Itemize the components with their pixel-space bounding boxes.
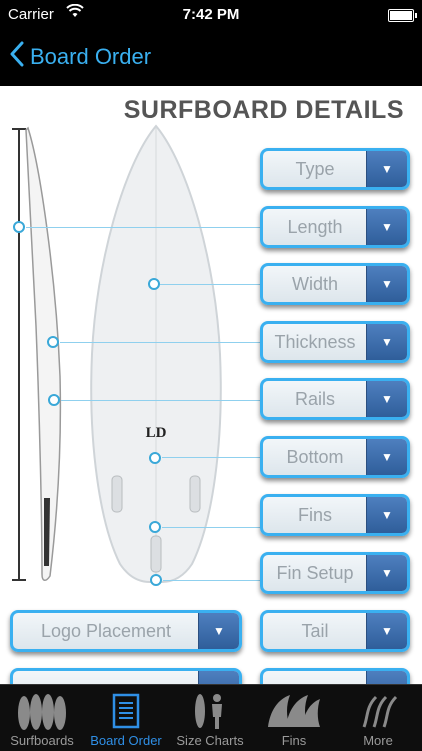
- next-dropdown-right[interactable]: ▼: [260, 668, 410, 684]
- tab-label: Size Charts: [176, 733, 244, 748]
- board-top-view: [90, 124, 222, 583]
- logo-placement-dropdown-label: Logo Placement: [40, 620, 172, 641]
- chevron-down-icon[interactable]: ▼: [366, 381, 407, 417]
- length-leader-line: [26, 227, 262, 228]
- tab-label: Fins: [281, 733, 307, 748]
- fins-hotspot[interactable]: [149, 521, 161, 533]
- chevron-down-icon[interactable]: ▼: [366, 439, 407, 475]
- chevron-down-icon[interactable]: ▼: [366, 151, 407, 187]
- main-content: SURFBOARD DETAILS LD Type ▼ Length ▼ Wid…: [0, 86, 422, 684]
- page-title: SURFBOARD DETAILS: [123, 96, 404, 124]
- board-order-icon: [84, 691, 168, 731]
- length-hotspot[interactable]: [13, 221, 25, 233]
- bottom-hotspot[interactable]: [149, 452, 161, 464]
- rails-dropdown[interactable]: Rails ▼: [260, 378, 410, 420]
- chevron-down-icon[interactable]: ▼: [366, 555, 407, 591]
- type-dropdown[interactable]: Type ▼: [260, 148, 410, 190]
- tab-more[interactable]: More: [336, 685, 420, 751]
- type-dropdown-label: Type: [295, 158, 335, 179]
- width-dropdown[interactable]: Width ▼: [260, 263, 410, 305]
- chevron-down-icon[interactable]: ▼: [366, 613, 407, 649]
- chevron-down-icon[interactable]: ▼: [366, 671, 407, 684]
- rails-leader-line: [61, 400, 262, 401]
- length-dropdown[interactable]: Length ▼: [260, 206, 410, 248]
- more-icon: [336, 691, 420, 731]
- logo-placement-dropdown[interactable]: Logo Placement ▼: [10, 610, 242, 652]
- width-dropdown-label: Width: [291, 273, 338, 294]
- chevron-down-icon[interactable]: ▼: [198, 671, 239, 684]
- battery-icon: [388, 9, 417, 22]
- fins-dropdown[interactable]: Fins ▼: [260, 494, 410, 536]
- surfboards-icon: [0, 691, 84, 731]
- fin-setup-dropdown-label: Fin Setup: [276, 562, 354, 583]
- tab-surfboards[interactable]: Surfboards: [0, 685, 84, 751]
- chevron-down-icon[interactable]: ▼: [366, 209, 407, 245]
- status-bar: Carrier 7:42 PM: [0, 0, 422, 30]
- rails-dropdown-label: Rails: [294, 388, 335, 409]
- tab-fins[interactable]: Fins: [252, 685, 336, 751]
- status-time: 7:42 PM: [182, 6, 240, 23]
- size-charts-icon: [168, 691, 252, 731]
- width-hotspot[interactable]: [148, 278, 160, 290]
- back-button[interactable]: Board Order: [10, 40, 151, 74]
- tab-label: Surfboards: [10, 733, 74, 748]
- navigation-bar: Board Order: [0, 30, 422, 86]
- chevron-down-icon[interactable]: ▼: [198, 613, 239, 649]
- tab-board-order[interactable]: Board Order: [84, 685, 168, 751]
- fins-dropdown-label: Fins: [297, 504, 332, 525]
- board-logo: LD: [145, 424, 167, 441]
- thickness-dropdown-label: Thickness: [274, 331, 356, 352]
- chevron-down-icon[interactable]: ▼: [366, 324, 407, 360]
- thickness-dropdown[interactable]: Thickness ▼: [260, 321, 410, 363]
- tab-label: More: [363, 733, 393, 748]
- next-dropdown-left[interactable]: ▼: [10, 668, 242, 684]
- bottom-leader-line: [162, 457, 262, 458]
- chevron-down-icon[interactable]: ▼: [366, 266, 407, 302]
- thickness-hotspot[interactable]: [47, 336, 59, 348]
- bottom-dropdown[interactable]: Bottom ▼: [260, 436, 410, 478]
- fins-leader-line: [162, 527, 262, 528]
- thickness-leader-line: [60, 342, 262, 343]
- fins-icon: [252, 691, 336, 731]
- board-side-profile: [25, 126, 62, 581]
- back-label: Board Order: [30, 44, 152, 69]
- width-leader-line: [160, 284, 262, 285]
- fin-setup-hotspot[interactable]: [150, 574, 162, 586]
- tab-size-charts[interactable]: Size Charts: [168, 685, 252, 751]
- tail-dropdown[interactable]: Tail ▼: [260, 610, 410, 652]
- rails-hotspot[interactable]: [48, 394, 60, 406]
- chevron-left-icon: [10, 41, 30, 73]
- tab-bar: Surfboards Board Order Size Charts Fins …: [0, 684, 422, 751]
- fin-setup-dropdown[interactable]: Fin Setup ▼: [260, 552, 410, 594]
- bottom-dropdown-label: Bottom: [286, 446, 344, 467]
- tail-dropdown-label: Tail: [301, 620, 329, 641]
- fin-setup-leader-line: [163, 580, 262, 581]
- chevron-down-icon[interactable]: ▼: [366, 497, 407, 533]
- length-dropdown-label: Length: [287, 216, 343, 237]
- tab-label: Board Order: [90, 733, 162, 748]
